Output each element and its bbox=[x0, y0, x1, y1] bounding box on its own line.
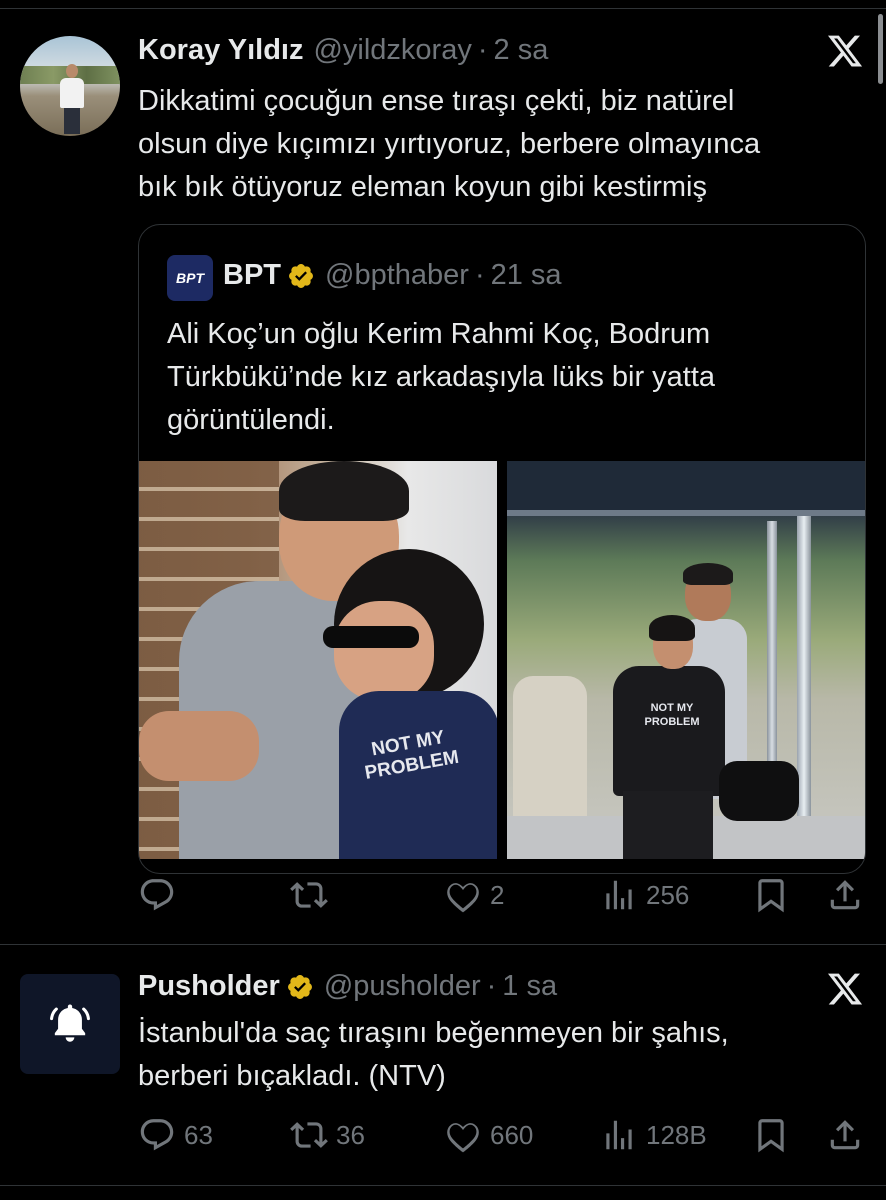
photo-left[interactable]: NOT MY PROBLEM bbox=[139, 461, 497, 859]
tweet-text-line: berberi bıçakladı. (NTV) bbox=[138, 1060, 446, 1092]
tweet-separator bbox=[0, 1185, 886, 1186]
tweet-text-line: Dikkatimi çocuğun ense tıraşı çekti, biz… bbox=[138, 85, 735, 117]
separator-dot: · bbox=[486, 970, 497, 1002]
views-count: 128B bbox=[646, 1119, 707, 1150]
media-grid: NOT MY PROBLEM NOT MY PROBLEM bbox=[139, 461, 865, 873]
quote-text-line: Türkbükü’nde kız arkadaşıyla lüks bir ya… bbox=[167, 361, 716, 393]
retweet-icon bbox=[290, 882, 328, 908]
quote-time[interactable]: 21 sa bbox=[491, 259, 562, 292]
verified-badge-icon bbox=[289, 263, 313, 288]
avatar[interactable] bbox=[20, 974, 120, 1074]
bookmark-icon bbox=[758, 1119, 784, 1153]
tweet-actions: 63 36 660 128B bbox=[138, 1116, 864, 1156]
tweet-text: Dikkatimi çocuğun ense tıraşı çekti, biz… bbox=[138, 80, 868, 209]
retweet-button[interactable]: 36 bbox=[290, 1116, 365, 1154]
tweet-text-line: olsun diye kıçımızı yırtıyoruz, berbere … bbox=[138, 128, 761, 160]
reply-icon bbox=[140, 1119, 174, 1151]
reply-count: 63 bbox=[184, 1119, 213, 1150]
bookmark-icon bbox=[758, 879, 784, 913]
quote-text: Ali Koç’un oğlu Kerim Rahmi Koç, Bodrum … bbox=[167, 313, 847, 442]
tweet-actions: 2 256 bbox=[138, 876, 864, 916]
quote-text-line: görüntülendi. bbox=[167, 404, 335, 436]
heart-icon bbox=[447, 883, 479, 913]
reply-button[interactable]: 63 bbox=[138, 1116, 213, 1154]
quoted-tweet[interactable]: BPT BPT @bpthaber · 21 sa Ali Koç’un oğl… bbox=[138, 224, 866, 874]
views-button[interactable]: 256 bbox=[600, 876, 689, 914]
quote-text-line: Ali Koç’un oğlu Kerim Rahmi Koç, Bodrum bbox=[167, 318, 711, 350]
x-logo-icon[interactable] bbox=[826, 32, 864, 70]
quote-header: BPT @bpthaber · 21 sa bbox=[223, 259, 562, 292]
share-button[interactable] bbox=[826, 1116, 864, 1154]
tweet-text-line: İstanbul'da saç tıraşını beğenmeyen bir … bbox=[138, 1017, 729, 1049]
views-count: 256 bbox=[646, 879, 690, 910]
separator-dot: · bbox=[477, 34, 488, 66]
share-button[interactable] bbox=[826, 876, 864, 914]
bookmark-button[interactable] bbox=[752, 1116, 790, 1154]
bookmark-button[interactable] bbox=[752, 876, 790, 914]
retweet-icon bbox=[290, 1122, 328, 1148]
views-button[interactable]: 128B bbox=[600, 1116, 707, 1154]
author-handle[interactable]: @yildzkoray bbox=[313, 34, 471, 67]
like-count: 660 bbox=[490, 1119, 534, 1150]
like-button[interactable]: 660 bbox=[444, 1116, 533, 1154]
views-chart-icon bbox=[606, 1120, 632, 1150]
tweet-header: Pusholder @pusholder · 1 sa bbox=[138, 970, 557, 1003]
scrollbar[interactable] bbox=[878, 14, 883, 84]
author-handle[interactable]: @pusholder bbox=[324, 970, 481, 1003]
photo-right[interactable]: NOT MY PROBLEM bbox=[507, 461, 865, 859]
retweet-count: 36 bbox=[336, 1119, 365, 1150]
author-name[interactable]: Koray Yıldız bbox=[138, 34, 303, 67]
tweet-separator bbox=[0, 944, 886, 945]
tweet-text-line: bık bık ötüyoruz eleman koyun gibi kesti… bbox=[138, 171, 707, 203]
like-count: 2 bbox=[490, 879, 505, 910]
tweet-header: Koray Yıldız @yildzkoray · 2 sa bbox=[138, 34, 548, 67]
reply-icon bbox=[140, 879, 174, 911]
retweet-button[interactable] bbox=[290, 876, 336, 914]
quote-author-name[interactable]: BPT bbox=[223, 259, 281, 292]
avatar[interactable] bbox=[20, 36, 120, 136]
tweet-time[interactable]: 1 sa bbox=[502, 970, 557, 1003]
share-icon bbox=[830, 880, 860, 910]
like-button[interactable]: 2 bbox=[444, 876, 504, 914]
views-chart-icon bbox=[606, 880, 632, 910]
quote-avatar-text: BPT bbox=[176, 270, 204, 286]
author-name[interactable]: Pusholder bbox=[138, 970, 280, 1003]
share-icon bbox=[830, 1120, 860, 1150]
x-logo-icon[interactable] bbox=[826, 970, 864, 1008]
quote-author-handle[interactable]: @bpthaber bbox=[325, 259, 469, 292]
verified-badge-icon bbox=[287, 974, 312, 999]
quote-avatar[interactable]: BPT bbox=[167, 255, 213, 301]
bell-icon bbox=[50, 1004, 90, 1042]
heart-icon bbox=[447, 1123, 479, 1153]
shirt-print: NOT MY PROBLEM bbox=[644, 702, 700, 728]
tweet-text: İstanbul'da saç tıraşını beğenmeyen bir … bbox=[138, 1012, 868, 1098]
tweet-time[interactable]: 2 sa bbox=[494, 34, 549, 67]
top-divider bbox=[0, 8, 886, 9]
separator-dot: · bbox=[474, 259, 485, 291]
reply-button[interactable] bbox=[138, 876, 184, 914]
